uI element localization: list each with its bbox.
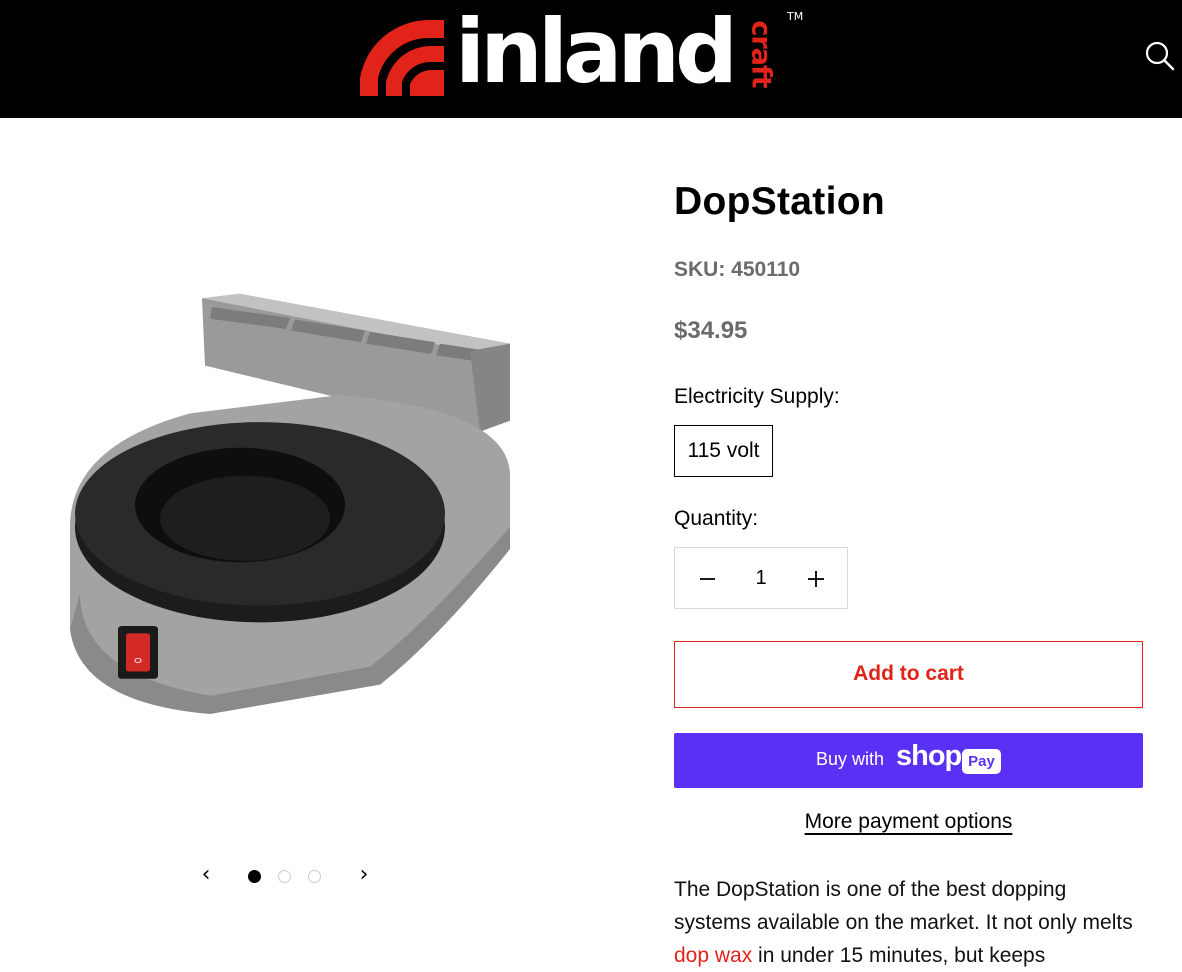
logo-craft-text: craft xyxy=(745,20,777,88)
product-sku: SKU: 450110 xyxy=(674,258,801,281)
shop-pay-logo: shop xyxy=(896,740,962,772)
search-icon xyxy=(1145,41,1175,71)
quantity-increase-button[interactable] xyxy=(789,548,847,608)
logo-arcs-icon xyxy=(360,19,444,96)
product-price: $34.95 xyxy=(674,317,748,344)
search-button[interactable] xyxy=(1144,40,1176,72)
electricity-supply-label: Electricity Supply: xyxy=(674,385,840,408)
gallery-dot-1[interactable] xyxy=(248,870,261,883)
add-to-cart-button[interactable]: Add to cart xyxy=(674,641,1143,708)
site-header: inland craft TM xyxy=(0,0,1182,118)
chevron-left-icon[interactable]: ‹ xyxy=(192,862,220,890)
shop-pay-buy-with: Buy with xyxy=(816,749,885,769)
dop-wax-link[interactable]: dop wax xyxy=(674,944,752,967)
quantity-label: Quantity: xyxy=(674,507,759,530)
more-payment-options: More payment options xyxy=(674,810,1143,834)
product-title: DopStation xyxy=(674,180,885,223)
gallery-navigation: ‹ › xyxy=(190,862,380,890)
product-description: The DopStation is one of the best doppin… xyxy=(674,873,1143,972)
minus-icon xyxy=(700,578,715,580)
gallery-dot-3[interactable] xyxy=(308,870,321,883)
inland-craft-logo[interactable]: inland craft TM xyxy=(360,2,810,108)
plus-icon xyxy=(808,571,824,587)
quantity-stepper: 1 xyxy=(674,547,848,609)
logo-wordmark: inland xyxy=(455,0,738,103)
shop-pay-button[interactable]: Buy with shop Pay xyxy=(674,733,1143,788)
variant-option-115-volt[interactable]: 115 volt xyxy=(674,425,773,477)
description-text-1: The DopStation is one of the best doppin… xyxy=(674,878,1133,934)
more-payment-options-link[interactable]: More payment options xyxy=(805,810,1013,833)
chevron-right-icon[interactable]: › xyxy=(350,862,378,890)
quantity-decrease-button[interactable] xyxy=(675,548,733,608)
description-text-2: in under 15 minutes, but keeps xyxy=(752,944,1046,967)
logo-trademark: TM xyxy=(787,10,804,23)
product-image[interactable] xyxy=(40,285,520,725)
shop-pay-badge: Pay xyxy=(962,749,1001,774)
gallery-dot-2[interactable] xyxy=(278,870,291,883)
quantity-input[interactable]: 1 xyxy=(733,548,789,608)
